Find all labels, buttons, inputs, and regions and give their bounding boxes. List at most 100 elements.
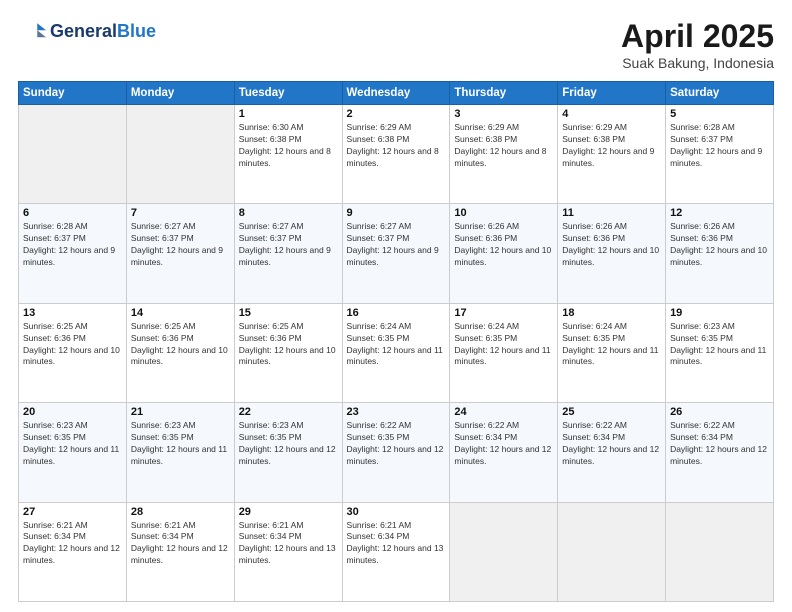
- calendar-cell: [19, 105, 127, 204]
- calendar-week-row: 1 Sunrise: 6:30 AM Sunset: 6:38 PM Daylig…: [19, 105, 774, 204]
- calendar-cell: 3Sunrise: 6:29 AM Sunset: 6:38 PM Daylig…: [450, 105, 558, 204]
- day-info: Sunrise: 6:30 AM Sunset: 6:38 PM Dayligh…: [239, 122, 338, 170]
- calendar-cell: 4 Sunrise: 6:29 AM Sunset: 6:38 PM Daylig…: [558, 105, 666, 204]
- calendar-cell: 16 Sunrise: 6:24 AM Sunset: 6:35 PM Dayli…: [342, 303, 450, 402]
- calendar-table: SundayMondayTuesdayWednesdayThursdayFrid…: [18, 81, 774, 602]
- day-info: Sunrise: 6:27 AM Sunset: 6:37 PM Dayligh…: [131, 221, 230, 269]
- calendar-week-row: 27 Sunrise: 6:21 AM Sunset: 6:34 PM Dayli…: [19, 502, 774, 601]
- calendar-cell: 20 Sunrise: 6:23 AM Sunset: 6:35 PM Dayli…: [19, 403, 127, 502]
- day-info: Sunrise: 6:24 AM Sunset: 6:35 PM Dayligh…: [562, 321, 661, 369]
- day-number: 26: [670, 406, 769, 418]
- calendar-cell: 12Sunrise: 6:26 AM Sunset: 6:36 PM Dayli…: [666, 204, 774, 303]
- day-info: Sunrise: 6:26 AM Sunset: 6:36 PM Dayligh…: [562, 221, 661, 269]
- day-number: 19: [670, 307, 769, 319]
- title-block: April 2025 Suak Bakung, Indonesia: [621, 18, 774, 71]
- month-year: April 2025: [621, 18, 774, 55]
- weekday-header: Monday: [126, 82, 234, 105]
- calendar-cell: 28 Sunrise: 6:21 AM Sunset: 6:34 PM Dayli…: [126, 502, 234, 601]
- calendar-cell: 10 Sunrise: 6:26 AM Sunset: 6:36 PM Dayli…: [450, 204, 558, 303]
- day-info: Sunrise: 6:21 AM Sunset: 6:34 PM Dayligh…: [23, 520, 122, 568]
- day-info: Sunrise: 6:25 AM Sunset: 6:36 PM Dayligh…: [239, 321, 338, 369]
- calendar-cell: 29Sunrise: 6:21 AM Sunset: 6:34 PM Dayli…: [234, 502, 342, 601]
- logo-icon: [18, 18, 46, 46]
- day-info: Sunrise: 6:22 AM Sunset: 6:34 PM Dayligh…: [562, 420, 661, 468]
- day-info: Sunrise: 6:26 AM Sunset: 6:36 PM Dayligh…: [454, 221, 553, 269]
- calendar-cell: 21Sunrise: 6:23 AM Sunset: 6:35 PM Dayli…: [126, 403, 234, 502]
- day-info: Sunrise: 6:21 AM Sunset: 6:34 PM Dayligh…: [347, 520, 446, 568]
- day-number: 18: [562, 307, 661, 319]
- day-info: Sunrise: 6:22 AM Sunset: 6:34 PM Dayligh…: [454, 420, 553, 468]
- day-number: 22: [239, 406, 338, 418]
- day-number: 28: [131, 506, 230, 518]
- calendar-cell: 14 Sunrise: 6:25 AM Sunset: 6:36 PM Dayli…: [126, 303, 234, 402]
- calendar-cell: [126, 105, 234, 204]
- calendar-cell: 15 Sunrise: 6:25 AM Sunset: 6:36 PM Dayli…: [234, 303, 342, 402]
- calendar-cell: 8Sunrise: 6:27 AM Sunset: 6:37 PM Daylig…: [234, 204, 342, 303]
- calendar-week-row: 20 Sunrise: 6:23 AM Sunset: 6:35 PM Dayli…: [19, 403, 774, 502]
- calendar-cell: 27 Sunrise: 6:21 AM Sunset: 6:34 PM Dayli…: [19, 502, 127, 601]
- day-number: 1: [239, 108, 338, 120]
- calendar-cell: [450, 502, 558, 601]
- calendar-week-row: 13 Sunrise: 6:25 AM Sunset: 6:36 PM Dayli…: [19, 303, 774, 402]
- calendar-cell: 23 Sunrise: 6:22 AM Sunset: 6:35 PM Dayli…: [342, 403, 450, 502]
- calendar-cell: 26 Sunrise: 6:22 AM Sunset: 6:34 PM Dayli…: [666, 403, 774, 502]
- calendar-cell: 9 Sunrise: 6:27 AM Sunset: 6:37 PM Daylig…: [342, 204, 450, 303]
- day-number: 13: [23, 307, 122, 319]
- day-number: 24: [454, 406, 553, 418]
- calendar-cell: 6 Sunrise: 6:28 AM Sunset: 6:37 PM Daylig…: [19, 204, 127, 303]
- weekday-header: Saturday: [666, 82, 774, 105]
- day-info: Sunrise: 6:21 AM Sunset: 6:34 PM Dayligh…: [131, 520, 230, 568]
- calendar-cell: [666, 502, 774, 601]
- weekday-header: Friday: [558, 82, 666, 105]
- calendar-cell: 1 Sunrise: 6:30 AM Sunset: 6:38 PM Daylig…: [234, 105, 342, 204]
- calendar-cell: 24 Sunrise: 6:22 AM Sunset: 6:34 PM Dayli…: [450, 403, 558, 502]
- day-info: Sunrise: 6:29 AM Sunset: 6:38 PM Dayligh…: [562, 122, 661, 170]
- day-number: 6: [23, 207, 122, 219]
- calendar-cell: 25Sunrise: 6:22 AM Sunset: 6:34 PM Dayli…: [558, 403, 666, 502]
- day-info: Sunrise: 6:23 AM Sunset: 6:35 PM Dayligh…: [670, 321, 769, 369]
- weekday-header: Sunday: [19, 82, 127, 105]
- location: Suak Bakung, Indonesia: [621, 55, 774, 71]
- calendar-body: 1 Sunrise: 6:30 AM Sunset: 6:38 PM Daylig…: [19, 105, 774, 602]
- day-number: 11: [562, 207, 661, 219]
- day-info: Sunrise: 6:29 AM Sunset: 6:38 PM Dayligh…: [347, 122, 446, 170]
- day-number: 4: [562, 108, 661, 120]
- day-number: 12: [670, 207, 769, 219]
- calendar-cell: 30Sunrise: 6:21 AM Sunset: 6:34 PM Dayli…: [342, 502, 450, 601]
- day-info: Sunrise: 6:24 AM Sunset: 6:35 PM Dayligh…: [347, 321, 446, 369]
- day-number: 2: [347, 108, 446, 120]
- day-number: 9: [347, 207, 446, 219]
- day-info: Sunrise: 6:25 AM Sunset: 6:36 PM Dayligh…: [23, 321, 122, 369]
- day-number: 14: [131, 307, 230, 319]
- day-number: 20: [23, 406, 122, 418]
- weekday-header: Tuesday: [234, 82, 342, 105]
- day-info: Sunrise: 6:27 AM Sunset: 6:37 PM Dayligh…: [239, 221, 338, 269]
- day-info: Sunrise: 6:28 AM Sunset: 6:37 PM Dayligh…: [670, 122, 769, 170]
- day-number: 15: [239, 307, 338, 319]
- calendar-cell: 11 Sunrise: 6:26 AM Sunset: 6:36 PM Dayli…: [558, 204, 666, 303]
- header: GeneralBlue April 2025 Suak Bakung, Indo…: [18, 18, 774, 71]
- calendar-cell: [558, 502, 666, 601]
- day-info: Sunrise: 6:22 AM Sunset: 6:34 PM Dayligh…: [670, 420, 769, 468]
- day-number: 27: [23, 506, 122, 518]
- day-info: Sunrise: 6:22 AM Sunset: 6:35 PM Dayligh…: [347, 420, 446, 468]
- day-info: Sunrise: 6:23 AM Sunset: 6:35 PM Dayligh…: [23, 420, 122, 468]
- day-info: Sunrise: 6:28 AM Sunset: 6:37 PM Dayligh…: [23, 221, 122, 269]
- weekday-row: SundayMondayTuesdayWednesdayThursdayFrid…: [19, 82, 774, 105]
- day-info: Sunrise: 6:24 AM Sunset: 6:35 PM Dayligh…: [454, 321, 553, 369]
- calendar-cell: 17Sunrise: 6:24 AM Sunset: 6:35 PM Dayli…: [450, 303, 558, 402]
- logo: GeneralBlue: [18, 18, 156, 46]
- calendar-cell: 5 Sunrise: 6:28 AM Sunset: 6:37 PM Daylig…: [666, 105, 774, 204]
- day-number: 10: [454, 207, 553, 219]
- calendar-header: SundayMondayTuesdayWednesdayThursdayFrid…: [19, 82, 774, 105]
- calendar-cell: 13 Sunrise: 6:25 AM Sunset: 6:36 PM Dayli…: [19, 303, 127, 402]
- day-info: Sunrise: 6:21 AM Sunset: 6:34 PM Dayligh…: [239, 520, 338, 568]
- page: GeneralBlue April 2025 Suak Bakung, Indo…: [0, 0, 792, 612]
- day-number: 5: [670, 108, 769, 120]
- day-info: Sunrise: 6:23 AM Sunset: 6:35 PM Dayligh…: [239, 420, 338, 468]
- day-info: Sunrise: 6:27 AM Sunset: 6:37 PM Dayligh…: [347, 221, 446, 269]
- day-info: Sunrise: 6:25 AM Sunset: 6:36 PM Dayligh…: [131, 321, 230, 369]
- day-number: 16: [347, 307, 446, 319]
- calendar-cell: 2 Sunrise: 6:29 AM Sunset: 6:38 PM Daylig…: [342, 105, 450, 204]
- day-number: 23: [347, 406, 446, 418]
